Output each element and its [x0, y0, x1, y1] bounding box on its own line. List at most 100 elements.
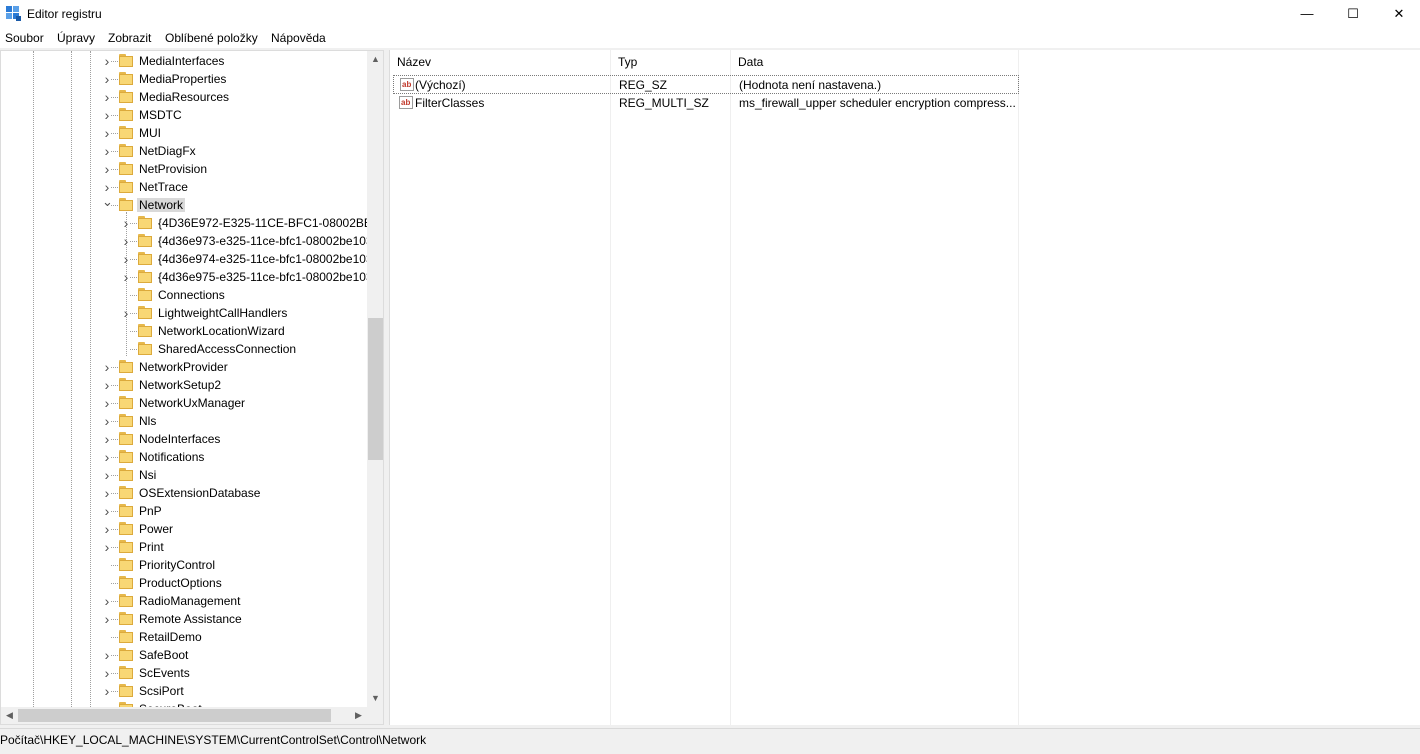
menu-zobrazit[interactable]: Zobrazit: [108, 31, 151, 45]
tree-item[interactable]: SharedAccessConnection: [1, 340, 331, 358]
tree-item[interactable]: › MediaInterfaces: [1, 52, 331, 70]
scroll-right-arrow-icon[interactable]: ▶: [350, 707, 367, 724]
tree-item-label: Nls: [139, 414, 157, 428]
menu-napoveda[interactable]: Nápověda: [271, 31, 326, 45]
scroll-up-arrow-icon[interactable]: ▲: [367, 51, 383, 68]
tree-item[interactable]: › MSDTC: [1, 106, 331, 124]
menu-upravy[interactable]: Úpravy: [57, 31, 95, 45]
value-row[interactable]: ab (Výchozí) REG_SZ (Hodnota není nastav…: [393, 75, 1019, 94]
chevron-down-icon[interactable]: ⌄: [102, 195, 113, 214]
tree-item[interactable]: › LightweightCallHandlers: [1, 304, 331, 322]
window-title: Editor registru: [27, 7, 102, 21]
tree-vertical-scrollbar[interactable]: ▲ ▼: [367, 51, 383, 707]
tree-item[interactable]: › {4D36E972-E325-11CE-BFC1-08002BE103: [1, 214, 367, 232]
column-divider: [730, 50, 731, 725]
chevron-right-icon[interactable]: ›: [102, 52, 112, 70]
tree-item[interactable]: NetworkLocationWizard: [1, 322, 331, 340]
column-header-name[interactable]: Název: [390, 50, 611, 74]
chevron-right-icon[interactable]: ›: [121, 214, 131, 232]
tree-item[interactable]: › Print: [1, 538, 331, 556]
chevron-right-icon[interactable]: ›: [102, 394, 112, 412]
tree-item[interactable]: › Nls: [1, 412, 331, 430]
tree-item[interactable]: › NetTrace: [1, 178, 331, 196]
chevron-right-icon[interactable]: ›: [102, 664, 112, 682]
chevron-right-icon[interactable]: ›: [102, 610, 112, 628]
chevron-right-icon[interactable]: ›: [102, 484, 112, 502]
folder-icon: [118, 612, 134, 626]
tree-vertical-scroll-thumb[interactable]: [368, 318, 383, 460]
tree-item[interactable]: › NetDiagFx: [1, 142, 331, 160]
chevron-right-icon[interactable]: ›: [102, 592, 112, 610]
chevron-right-icon[interactable]: ›: [102, 160, 112, 178]
column-header-data[interactable]: Data: [731, 50, 1019, 74]
tree-item[interactable]: › {4d36e973-e325-11ce-bfc1-08002be1031: [1, 232, 367, 250]
tree-item[interactable]: › PnP: [1, 502, 331, 520]
chevron-right-icon[interactable]: ›: [121, 232, 131, 250]
value-row[interactable]: ab FilterClasses REG_MULTI_SZ ms_firewal…: [393, 94, 1019, 113]
tree-item[interactable]: › SafeBoot: [1, 646, 331, 664]
value-data: ms_firewall_upper scheduler encryption c…: [739, 96, 1016, 110]
chevron-right-icon[interactable]: ›: [102, 520, 112, 538]
folder-icon: [118, 396, 134, 410]
chevron-right-icon[interactable]: ›: [121, 304, 131, 322]
menu-soubor[interactable]: Soubor: [5, 31, 44, 45]
tree-item[interactable]: › Nsi: [1, 466, 331, 484]
values-pane[interactable]: Název Typ Data ab (Výchozí) REG_SZ (Hodn…: [389, 50, 1420, 725]
chevron-right-icon[interactable]: ›: [102, 466, 112, 484]
chevron-right-icon[interactable]: ›: [121, 250, 131, 268]
close-button[interactable]: ✕: [1376, 0, 1420, 28]
tree-item[interactable]: › ScsiPort: [1, 682, 331, 700]
tree-item[interactable]: › {4d36e975-e325-11ce-bfc1-08002be1031: [1, 268, 367, 286]
chevron-right-icon[interactable]: ›: [102, 70, 112, 88]
tree-item[interactable]: › NetProvision: [1, 160, 331, 178]
chevron-right-icon[interactable]: ›: [102, 430, 112, 448]
scroll-left-arrow-icon[interactable]: ◀: [1, 707, 18, 724]
chevron-right-icon[interactable]: ›: [102, 412, 112, 430]
minimize-button[interactable]: —: [1284, 0, 1330, 28]
chevron-right-icon[interactable]: ›: [102, 646, 112, 664]
tree-item[interactable]: › NodeInterfaces: [1, 430, 331, 448]
chevron-right-icon[interactable]: ›: [102, 106, 112, 124]
chevron-right-icon[interactable]: ›: [102, 358, 112, 376]
chevron-right-icon[interactable]: ›: [121, 268, 131, 286]
tree-item[interactable]: ⌄ Network: [1, 195, 331, 214]
tree-item[interactable]: › Power: [1, 520, 331, 538]
chevron-right-icon[interactable]: ›: [102, 502, 112, 520]
chevron-right-icon[interactable]: ›: [102, 124, 112, 142]
tree-item[interactable]: ›SecureBoot: [1, 700, 331, 707]
chevron-right-icon[interactable]: ›: [102, 376, 112, 394]
tree-item[interactable]: › NetworkProvider: [1, 358, 331, 376]
tree-item[interactable]: › RadioManagement: [1, 592, 331, 610]
chevron-right-icon[interactable]: ›: [102, 142, 112, 160]
chevron-right-icon[interactable]: ›: [102, 448, 112, 466]
tree-item[interactable]: › OSExtensionDatabase: [1, 484, 331, 502]
chevron-right-icon[interactable]: ›: [102, 682, 112, 700]
tree-item[interactable]: ProductOptions: [1, 574, 331, 592]
tree-item[interactable]: › {4d36e974-e325-11ce-bfc1-08002be1031: [1, 250, 367, 268]
chevron-right-icon[interactable]: ›: [102, 538, 112, 556]
menu-oblibene-polozky[interactable]: Oblíbené položky: [165, 31, 258, 45]
tree-item[interactable]: › MUI: [1, 124, 331, 142]
column-header-type[interactable]: Typ: [611, 50, 731, 74]
scroll-down-arrow-icon[interactable]: ▼: [367, 690, 383, 707]
tree-horizontal-scroll-thumb[interactable]: [18, 709, 331, 722]
chevron-right-icon[interactable]: ›: [102, 88, 112, 106]
tree-item[interactable]: Connections: [1, 286, 331, 304]
tree-item[interactable]: › ScEvents: [1, 664, 331, 682]
chevron-right-icon[interactable]: ›: [102, 700, 112, 707]
folder-icon: [137, 270, 153, 284]
maximize-button[interactable]: ☐: [1330, 0, 1376, 28]
tree-item[interactable]: › NetworkSetup2: [1, 376, 331, 394]
string-value-icon: ab: [400, 78, 414, 91]
key-tree-pane[interactable]: › MediaInterfaces › MediaProperties › MediaRe…: [0, 50, 384, 725]
tree-item[interactable]: › NetworkUxManager: [1, 394, 331, 412]
folder-icon: [137, 234, 153, 248]
tree-horizontal-scrollbar[interactable]: ◀ ▶: [1, 707, 367, 724]
tree-item[interactable]: › MediaProperties: [1, 70, 331, 88]
folder-icon: [118, 414, 134, 428]
tree-item[interactable]: › Remote Assistance: [1, 610, 331, 628]
tree-item[interactable]: PriorityControl: [1, 556, 331, 574]
tree-item[interactable]: › MediaResources: [1, 88, 331, 106]
tree-item[interactable]: › Notifications: [1, 448, 331, 466]
tree-item[interactable]: RetailDemo: [1, 628, 331, 646]
